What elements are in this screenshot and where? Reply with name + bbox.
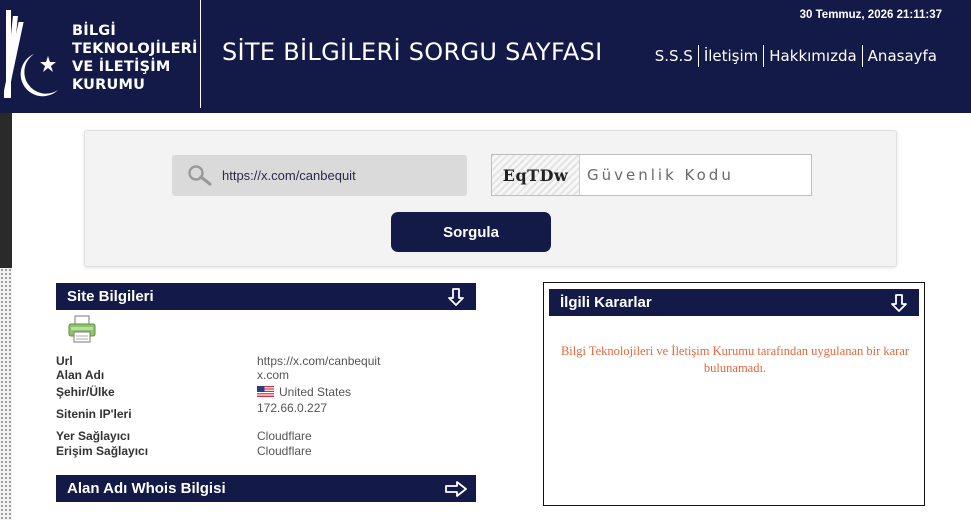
url-search-box (172, 155, 467, 196)
query-button[interactable]: Sorgula (391, 212, 551, 252)
org-name-line: TEKNOLOJİLERİ (72, 41, 198, 57)
info-label-city-country: Şehir/Ülke (56, 385, 115, 399)
info-value-ips: 172.66.0.227 (257, 401, 328, 415)
country-name: United States (279, 385, 352, 399)
header-divider (200, 0, 201, 108)
us-flag-icon (257, 386, 274, 397)
whois-header[interactable]: Alan Adı Whois Bilgisi (56, 475, 476, 502)
side-decoration (0, 113, 12, 268)
info-label-hosting: Yer Sağlayıcı (56, 429, 131, 443)
info-value-access-provider: Cloudflare (257, 444, 312, 458)
nav-link-about[interactable]: Hakkımızda (764, 47, 861, 65)
org-name-line: KURUMU (72, 77, 146, 93)
nav-link-faq[interactable]: S.S.S (650, 47, 698, 65)
decisions-header[interactable]: İlgili Kararlar (549, 289, 919, 316)
whois-title: Alan Adı Whois Bilgisi (67, 480, 226, 497)
captcha-field: EqTDw (491, 154, 812, 196)
site-info-title: Site Bilgileri (67, 288, 154, 305)
captcha-code: EqTDw (502, 165, 569, 185)
info-value-country: United States (257, 385, 351, 399)
search-panel: EqTDw Sorgula (84, 130, 897, 267)
printer-icon[interactable] (67, 315, 97, 343)
arrow-down-icon[interactable] (446, 287, 466, 307)
info-label-access-provider: Erişim Sağlayıcı (56, 444, 149, 458)
top-nav: S.S.S İletişim Hakkımızda Anasayfa (650, 45, 942, 67)
decisions-title: İlgili Kararlar (560, 294, 652, 311)
info-value-domain: x.com (257, 368, 290, 382)
info-label-url: Url (56, 354, 73, 368)
security-code-input[interactable] (581, 155, 811, 195)
page-title: SİTE BİLGİLERİ SORGU SAYFASI (222, 38, 603, 66)
search-icon (188, 165, 212, 186)
arrow-right-icon[interactable] (444, 479, 468, 499)
site-header: BİLGİ TEKNOLOJİLERİ VE İLETİŞİM KURUMU S… (0, 0, 971, 113)
site-info-header[interactable]: Site Bilgileri (56, 283, 476, 310)
current-datetime: 30 Temmuz, 2026 21:11:37 (799, 9, 942, 21)
org-name: BİLGİ TEKNOLOJİLERİ VE İLETİŞİM KURUMU (72, 22, 198, 94)
url-input[interactable] (222, 155, 462, 196)
page: BİLGİ TEKNOLOJİLERİ VE İLETİŞİM KURUMU S… (0, 0, 971, 520)
side-decoration-dots (0, 268, 12, 520)
no-decision-message: Bilgi Teknolojileri ve İletişim Kurumu t… (560, 344, 910, 375)
btk-logo-icon[interactable] (4, 6, 64, 106)
info-value-url: https://x.com/canbequit (257, 354, 381, 368)
nav-link-home[interactable]: Anasayfa (863, 47, 942, 65)
info-label-ips: Sitenin IP'leri (56, 407, 132, 421)
captcha-image: EqTDw (492, 155, 580, 195)
info-value-hosting: Cloudflare (257, 429, 312, 443)
site-info-table: Url https://x.com/canbequit Alan Adı x.c… (56, 354, 476, 464)
arrow-down-icon[interactable] (889, 293, 909, 313)
nav-link-contact[interactable]: İletişim (699, 47, 763, 65)
org-name-line: BİLGİ (72, 23, 116, 39)
decisions-panel: İlgili Kararlar Bilgi Teknolojileri ve İ… (543, 282, 925, 506)
info-label-domain: Alan Adı (56, 368, 105, 382)
org-name-line: VE İLETİŞİM (72, 59, 171, 75)
